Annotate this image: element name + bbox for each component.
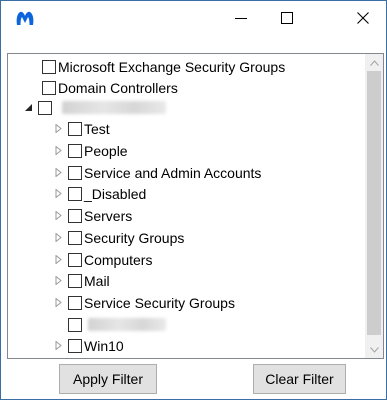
tree-node-servers[interactable]: Servers: [52, 205, 132, 226]
tree-node-test[interactable]: Test: [52, 118, 110, 139]
tree-node-label: Test: [84, 120, 110, 137]
collapsed-arrow-icon[interactable]: [52, 340, 64, 352]
tree-node-domain-root[interactable]: [22, 97, 166, 118]
tree-node-win10[interactable]: Win10: [52, 335, 124, 356]
tree-node-people[interactable]: People: [52, 140, 128, 161]
tree-node-checkbox[interactable]: [68, 165, 82, 180]
tree-node-service-security-groups[interactable]: Service Security Groups: [52, 292, 235, 313]
tree-node-checkbox[interactable]: [68, 208, 82, 223]
maximize-button[interactable]: [264, 1, 310, 34]
expanded-arrow-icon[interactable]: [22, 102, 34, 114]
collapsed-arrow-icon[interactable]: [52, 297, 64, 309]
tree-node-checkbox[interactable]: [68, 252, 82, 267]
tree-node-checkbox[interactable]: [42, 80, 56, 95]
minimize-icon: [235, 17, 247, 19]
clear-filter-button[interactable]: Clear Filter: [253, 364, 346, 394]
maximize-icon: [281, 11, 293, 24]
minimize-button[interactable]: [218, 1, 264, 34]
tree-node-checkbox[interactable]: [68, 317, 82, 332]
tree-node-label: Servers: [84, 207, 133, 224]
redacted-label: [62, 101, 166, 114]
scroll-thumb[interactable]: [367, 71, 381, 335]
tree-node-label: Security Groups: [84, 229, 185, 246]
close-button[interactable]: [340, 1, 386, 34]
collapsed-arrow-icon[interactable]: [52, 232, 64, 244]
collapsed-arrow-icon[interactable]: [52, 254, 64, 266]
apply-filter-button[interactable]: Apply Filter: [59, 364, 157, 394]
chevron-up-icon: [369, 59, 379, 66]
tree-node-disabled[interactable]: _Disabled: [52, 183, 146, 204]
tree-node-checkbox[interactable]: [68, 295, 82, 310]
tree-node-label: Mail: [84, 272, 110, 289]
collapsed-arrow-icon[interactable]: [52, 188, 64, 200]
tree-node-service-and-admin-accounts[interactable]: Service and Admin Accounts: [52, 162, 261, 183]
tree-node-label: People: [84, 142, 128, 159]
collapsed-arrow-icon[interactable]: [52, 145, 64, 157]
tree-node-computers[interactable]: Computers: [52, 249, 152, 270]
tree-node-checkbox[interactable]: [68, 121, 82, 136]
filter-window: Microsoft Exchange Security Groups Domai…: [0, 0, 387, 400]
tree-node-domain-controllers[interactable]: Domain Controllers: [42, 77, 178, 98]
tree-node-redacted[interactable]: [68, 314, 166, 335]
tree-node-checkbox[interactable]: [68, 230, 82, 245]
tree-node-label: Computers: [84, 251, 153, 268]
tree-node-label: _Disabled: [84, 185, 147, 202]
collapsed-arrow-icon[interactable]: [52, 123, 64, 135]
tree-node-label: Microsoft Exchange Security Groups: [58, 58, 286, 75]
tree-node-checkbox[interactable]: [68, 273, 82, 288]
ou-tree-view[interactable]: Microsoft Exchange Security Groups Domai…: [7, 53, 384, 359]
collapsed-arrow-icon[interactable]: [52, 210, 64, 222]
collapsed-arrow-icon[interactable]: [52, 275, 64, 287]
tree-node-checkbox[interactable]: [68, 186, 82, 201]
tree-node-label: Win10: [84, 337, 124, 354]
tree-node-security-groups[interactable]: Security Groups: [52, 227, 184, 248]
scroll-down-button[interactable]: [365, 341, 383, 358]
chevron-down-icon: [369, 346, 379, 353]
close-icon: [357, 11, 369, 24]
scroll-up-button[interactable]: [365, 54, 383, 71]
tree-node-checkbox[interactable]: [68, 338, 82, 353]
vertical-scrollbar[interactable]: [365, 54, 383, 358]
tree-node-microsoft-exchange-security-groups[interactable]: Microsoft Exchange Security Groups: [42, 56, 285, 77]
tree-node-label: Domain Controllers: [58, 79, 178, 96]
tree-node-label: Service and Admin Accounts: [84, 164, 262, 181]
title-bar[interactable]: [1, 1, 386, 34]
tree-node-mail[interactable]: Mail: [52, 270, 110, 291]
tree-node-checkbox[interactable]: [38, 100, 52, 115]
tree-node-checkbox[interactable]: [42, 59, 56, 74]
tree-node-label: Service Security Groups: [84, 294, 235, 311]
tree-container: Microsoft Exchange Security Groups Domai…: [8, 54, 363, 358]
collapsed-arrow-icon[interactable]: [52, 167, 64, 179]
tree-node-checkbox[interactable]: [68, 143, 82, 158]
malwarebytes-logo-icon: [16, 11, 34, 25]
redacted-label: [88, 318, 166, 331]
